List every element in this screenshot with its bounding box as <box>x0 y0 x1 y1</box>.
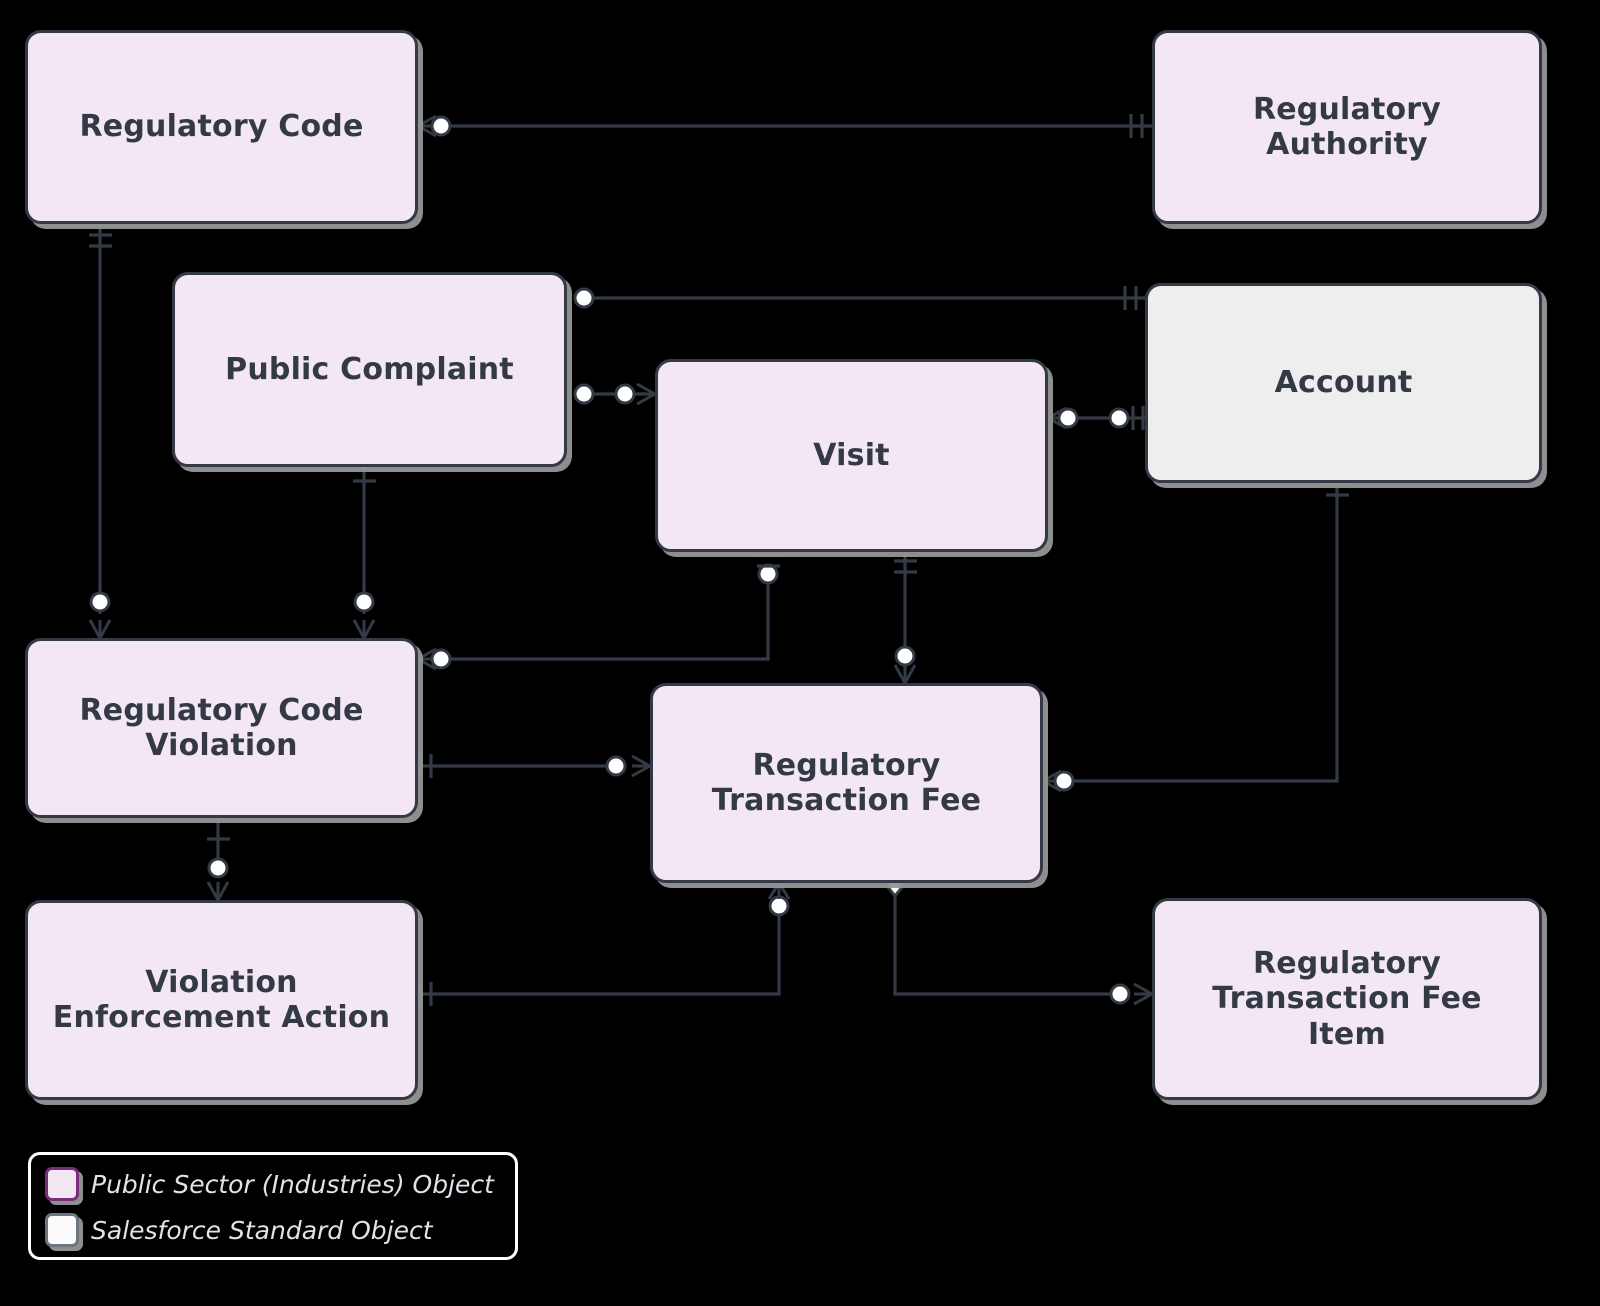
entity-regulatory-authority[interactable]: Regulatory Authority <box>1152 30 1542 224</box>
edge-public-complaint-regulatory-code-violation <box>352 467 376 639</box>
legend-item-standard: Salesforce Standard Object <box>45 1207 515 1253</box>
entity-violation-enforcement-action[interactable]: Violation Enforcement Action <box>25 900 418 1100</box>
er-diagram-canvas: Regulatory Code Regulatory Authority Pub… <box>0 0 1600 1306</box>
legend-item-industries: Public Sector (Industries) Object <box>45 1161 515 1207</box>
entity-label: Regulatory Code Violation <box>79 692 364 763</box>
edge-regulatory-code-violation-violation-enforcement-action <box>206 818 230 901</box>
entity-account[interactable]: Account <box>1145 283 1542 483</box>
entity-label: Regulatory Code <box>79 109 364 145</box>
edge-violation-enforcement-action-regulatory-transaction-fee <box>418 882 791 1006</box>
edge-regulatory-code-violation-regulatory-transaction-fee <box>418 754 651 778</box>
edge-regulatory-code-regulatory-authority <box>417 114 1152 138</box>
entity-label: Regulatory Authority <box>1252 91 1442 162</box>
edge-regulatory-code-regulatory-code-violation <box>88 224 112 639</box>
edge-public-complaint-account <box>565 286 1145 310</box>
edge-regulatory-transaction-fee-account <box>1042 482 1349 793</box>
edge-regulatory-code-violation-visit <box>417 553 780 671</box>
edge-public-complaint-visit <box>565 382 656 406</box>
entity-label: Regulatory Transaction Fee Item <box>1212 945 1482 1052</box>
entity-regulatory-code-violation[interactable]: Regulatory Code Violation <box>25 638 418 818</box>
edge-visit-regulatory-transaction-fee <box>893 552 917 684</box>
legend-swatch-industries-icon <box>45 1167 79 1201</box>
entity-label: Public Complaint <box>225 351 514 387</box>
entity-label: Violation Enforcement Action <box>52 964 391 1035</box>
entity-label: Visit <box>813 437 890 473</box>
entity-regulatory-transaction-fee-item[interactable]: Regulatory Transaction Fee Item <box>1152 898 1542 1100</box>
edge-visit-account <box>1047 406 1145 430</box>
legend-label: Public Sector (Industries) Object <box>91 1169 494 1199</box>
entity-visit[interactable]: Visit <box>655 359 1048 552</box>
legend-label: Salesforce Standard Object <box>91 1215 433 1245</box>
entity-regulatory-code[interactable]: Regulatory Code <box>25 30 418 224</box>
legend: Public Sector (Industries) Object Salesf… <box>28 1152 518 1260</box>
entity-regulatory-transaction-fee[interactable]: Regulatory Transaction Fee <box>650 683 1043 883</box>
entity-public-complaint[interactable]: Public Complaint <box>172 272 567 467</box>
entity-label: Account <box>1274 365 1413 401</box>
edge-regulatory-transaction-fee-regulatory-transaction-fee-item <box>885 873 1153 1006</box>
legend-swatch-standard-icon <box>45 1213 79 1247</box>
entity-label: Regulatory Transaction Fee <box>711 747 982 818</box>
